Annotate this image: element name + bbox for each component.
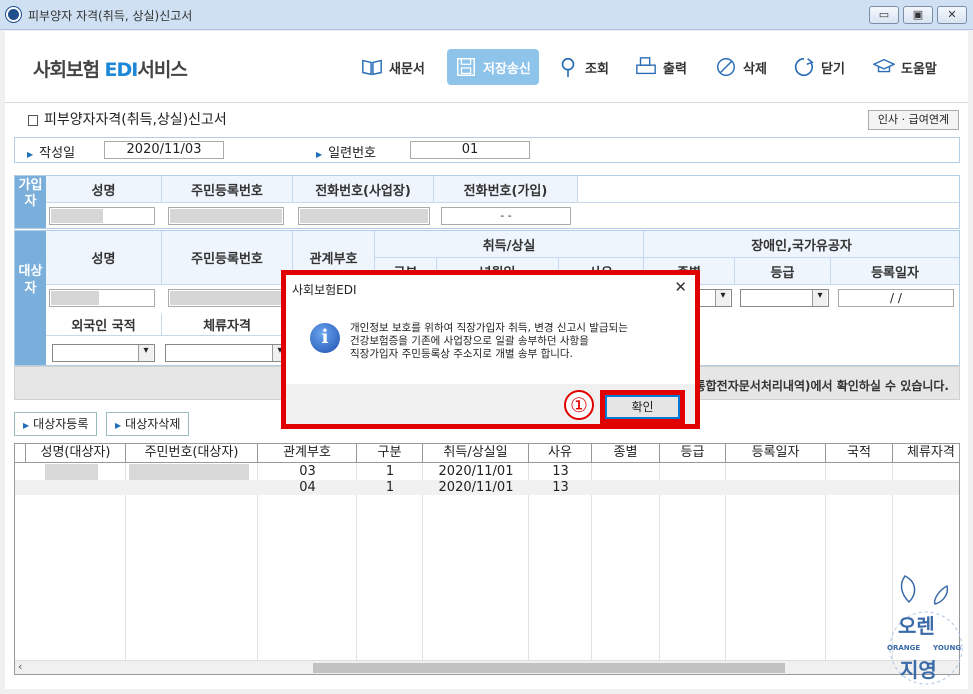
app-icon (6, 7, 21, 22)
dialog-close-icon[interactable]: ✕ (674, 278, 687, 296)
hr-payroll-link-button[interactable]: 인사 · 급여연계 (868, 110, 959, 130)
col-residence[interactable]: 체류자격 (893, 444, 959, 463)
dependent-name-input[interactable] (49, 289, 155, 307)
residence-status-select[interactable] (165, 344, 289, 362)
dependent-list: 성명(대상자) 주민번호(대상자) 관계부호 구분 취득/상실일 사유 종별 등… (14, 443, 960, 675)
new-document-button[interactable]: 새문서 (353, 49, 433, 85)
nationality-select[interactable] (52, 344, 155, 362)
dialog-title: 사회보험EDI (292, 283, 357, 297)
close-button[interactable]: 닫기 (785, 49, 853, 85)
acquire-loss-header: 취득/상실 (375, 231, 644, 258)
col-grade[interactable]: 등급 (660, 444, 726, 463)
foreign-nationality-header: 외국인 국적 (46, 314, 162, 336)
dependent-rrn-header: 주민등록번호 (162, 231, 293, 285)
save-icon (457, 58, 475, 76)
subscriber-workphone-header: 전화번호(사업장) (293, 176, 434, 203)
col-reason[interactable]: 사유 (529, 444, 592, 463)
search-icon (561, 57, 575, 78)
col-name[interactable]: 성명(대상자) (26, 444, 126, 463)
step-marker: ① (564, 390, 594, 420)
window-close-button[interactable]: ✕ (937, 6, 967, 24)
registration-date-header: 등록일자 (831, 258, 959, 285)
brand-logo: 사회보험 EDI서비스 (33, 59, 188, 81)
residence-status-header: 체류자격 (162, 314, 293, 336)
col-nationality[interactable]: 국적 (826, 444, 893, 463)
ok-button[interactable]: 확인 (605, 395, 680, 419)
disabled-merit-header: 장애인,국가유공자 (644, 231, 959, 258)
col-regdate[interactable]: 등록일자 (726, 444, 826, 463)
maximize-button[interactable]: ▣ (903, 6, 933, 24)
subscriber-phone-input[interactable]: - - (441, 207, 571, 225)
col-kind[interactable]: 종별 (592, 444, 660, 463)
book-icon (362, 59, 382, 76)
serial-field[interactable]: 01 (410, 141, 530, 159)
horizontal-scrollbar[interactable]: ‹ (15, 660, 959, 674)
date-label: ▶ 작성일 (27, 146, 76, 161)
help-icon (873, 58, 895, 73)
dependent-name-header: 성명 (46, 231, 162, 285)
register-dependent-button[interactable]: ▶ 대상자등록 (14, 412, 98, 436)
delete-button[interactable]: 삭제 (707, 49, 775, 85)
subscriber-name-input[interactable] (49, 207, 155, 225)
subscriber-rrn-input[interactable] (168, 207, 284, 225)
scroll-thumb[interactable] (313, 663, 785, 673)
window-title: 피부양자 자격(취득, 상실)신고서 (28, 9, 193, 23)
subscriber-side-label: 가입자 (15, 176, 46, 228)
subscriber-name-header: 성명 (46, 176, 162, 203)
serial-label: ▶ 일련번호 (316, 146, 376, 161)
dependent-rrn-input[interactable] (168, 289, 284, 307)
subscriber-section: 가입자 성명 주민등록번호 전화번호(사업장) 전화번호(가입) - - (14, 175, 960, 229)
window-titlebar: 피부양자 자격(취득, 상실)신고서 ▭ ▣ ✕ (0, 0, 973, 30)
orange-young-watermark: 오렌 ORANGE YOUNG 지영 (885, 572, 967, 688)
form-title: 피부양자자격(취득,상실)신고서 (28, 109, 227, 129)
subscriber-workphone-input[interactable] (298, 207, 430, 225)
toolbar: 사회보험 EDI서비스 새문서 저장송신 조회 출력 삭제 닫기 도움말 (5, 31, 968, 103)
info-icon: i (310, 323, 340, 353)
print-button[interactable]: 출력 (627, 49, 695, 85)
document-icon (28, 114, 38, 126)
registration-date-input[interactable]: / / (838, 289, 954, 307)
col-relation[interactable]: 관계부호 (258, 444, 357, 463)
notice-text: 통합전자문서처리내역)에서 확인하실 수 있습니다. (694, 379, 949, 393)
dialog-message: 개인정보 보호를 위하여 직장가입자 취득, 변경 신고시 발급되는 건강보험증… (350, 322, 628, 360)
help-button[interactable]: 도움말 (865, 49, 945, 85)
grade-header: 등급 (735, 258, 831, 285)
subscriber-rrn-header: 주민등록번호 (162, 176, 293, 203)
minimize-button[interactable]: ▭ (869, 6, 899, 24)
save-send-button[interactable]: 저장송신 (447, 49, 539, 85)
printer-icon (636, 57, 656, 75)
table-row[interactable]: 03 1 2020/11/01 13 (15, 464, 959, 495)
grade-select[interactable] (740, 289, 829, 307)
date-field[interactable]: 2020/11/03 (104, 141, 224, 159)
table-row[interactable]: 04 1 2020/11/01 13 (15, 480, 959, 495)
search-button[interactable]: 조회 (549, 49, 617, 85)
list-header: 성명(대상자) 주민번호(대상자) 관계부호 구분 취득/상실일 사유 종별 등… (15, 444, 959, 463)
col-type[interactable]: 구분 (357, 444, 423, 463)
col-rrn[interactable]: 주민번호(대상자) (126, 444, 258, 463)
delete-icon (717, 58, 735, 76)
scroll-left-icon[interactable]: ‹ (18, 660, 22, 673)
subscriber-phone-header: 전화번호(가입) (434, 176, 578, 203)
delete-dependent-button[interactable]: ▶ 대상자삭제 (106, 412, 190, 436)
close-icon (794, 57, 814, 77)
col-date[interactable]: 취득/상실일 (423, 444, 529, 463)
document-info-row: ▶ 작성일 2020/11/03 ▶ 일련번호 01 (14, 137, 960, 163)
dependent-side-label: 대상자 (15, 231, 46, 365)
